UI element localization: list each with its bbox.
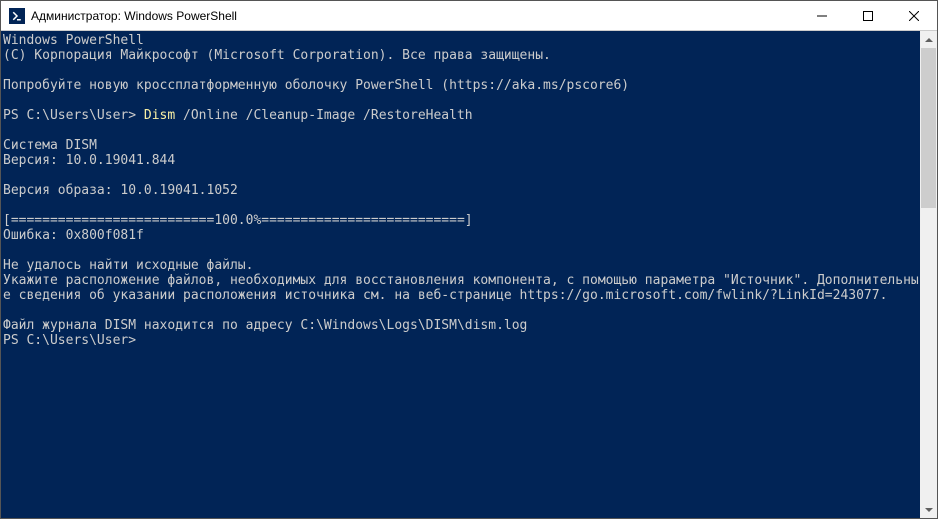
line: Windows PowerShell <box>3 33 144 48</box>
line: Укажите расположение файлов, необходимых… <box>3 273 919 303</box>
powershell-icon <box>9 8 25 24</box>
line: Версия образа: 10.0.19041.1052 <box>3 183 238 198</box>
prompt-ps: PS <box>3 108 26 123</box>
line: Не удалось найти исходные файлы. <box>3 258 253 273</box>
maximize-button[interactable] <box>845 1 891 31</box>
command-name: Dism <box>144 108 183 123</box>
scroll-thumb[interactable] <box>921 48 936 208</box>
powershell-window: Администратор: Windows PowerShell Window… <box>0 0 938 519</box>
titlebar[interactable]: Администратор: Windows PowerShell <box>1 1 937 31</box>
prompt-path: C:\Users\User> <box>26 333 136 348</box>
line: (C) Корпорация Майкрософт (Microsoft Cor… <box>3 48 551 63</box>
scroll-up-button[interactable] <box>920 31 937 48</box>
line: Cистема DISM <box>3 138 97 153</box>
close-button[interactable] <box>891 1 937 31</box>
line: Файл журнала DISM находится по адресу C:… <box>3 318 527 333</box>
progress-line: [==========================100.0%=======… <box>3 213 473 228</box>
window-title: Администратор: Windows PowerShell <box>31 9 237 23</box>
line: Версия: 10.0.19041.844 <box>3 153 175 168</box>
terminal-output[interactable]: Windows PowerShell (C) Корпорация Майкро… <box>1 31 920 518</box>
prompt-ps: PS <box>3 333 26 348</box>
client-area: Windows PowerShell (C) Корпорация Майкро… <box>1 31 937 518</box>
command-args: /Online /Cleanup-Image /RestoreHealth <box>183 108 473 123</box>
line: Попробуйте новую кроссплатформенную обол… <box>3 78 629 93</box>
minimize-button[interactable] <box>799 1 845 31</box>
scroll-down-button[interactable] <box>920 501 937 518</box>
error-line: Ошибка: 0x800f081f <box>3 228 144 243</box>
vertical-scrollbar[interactable] <box>920 31 937 518</box>
prompt-path: C:\Users\User> <box>26 108 143 123</box>
